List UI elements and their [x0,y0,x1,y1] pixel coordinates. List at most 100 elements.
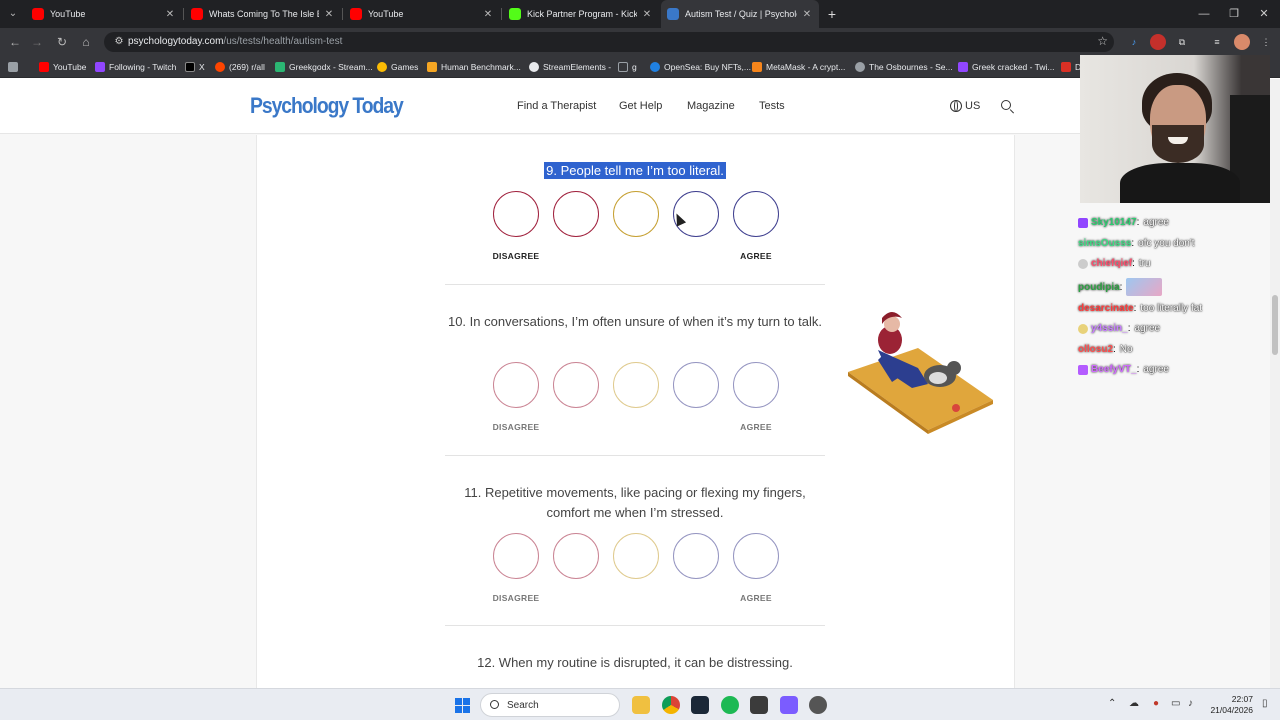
url-text[interactable]: psychologytoday.com/us/tests/health/auti… [128,36,342,47]
steam-icon[interactable] [691,696,709,714]
tab-youtube-2[interactable]: YouTube ✕ [344,0,500,28]
reload-icon[interactable]: ↻ [53,33,71,51]
streamelements-icon [529,62,539,72]
q10-choice-3[interactable] [613,362,659,408]
region-selector[interactable]: US [965,100,980,112]
bookmark-human-benchmark[interactable]: Human Benchmark... [427,59,521,75]
search-label: Search [507,700,539,711]
extension-icon[interactable]: ♪ [1126,34,1142,50]
notifications-icon[interactable]: ▯ [1262,698,1268,709]
bookmark-folder-g[interactable]: g [618,59,637,75]
address-bar[interactable]: ⚙ psychologytoday.com/us/tests/health/au… [104,32,1114,52]
q11-choice-3[interactable] [613,533,659,579]
bookmark-greekgodx[interactable]: Greekgodx - Stream... [275,59,373,75]
q9-choice-5[interactable] [733,191,779,237]
close-tab-icon[interactable]: ✕ [323,9,335,20]
volume-icon[interactable]: ♪ [1188,698,1193,709]
spotify-icon[interactable] [721,696,739,714]
nav-find-a-therapist[interactable]: Find a Therapist [517,100,596,112]
chat-message: poudipia: [1078,278,1163,296]
kick-icon [509,8,521,20]
tab-youtube-1[interactable]: YouTube ✕ [26,0,182,28]
q10-choice-5[interactable] [733,362,779,408]
back-arrow-icon[interactable]: ← [6,33,24,51]
globe-icon[interactable] [950,100,962,112]
q11-choice-4[interactable] [673,533,719,579]
tab-isle-evrima[interactable]: Whats Coming To The Isle Evrim ✕ [185,0,341,28]
q11-choice-2[interactable] [553,533,599,579]
bookmark-metamask[interactable]: MetaMask - A crypt... [752,59,845,75]
profile-avatar[interactable] [1234,34,1250,50]
chat-username: y4ssin_ [1091,323,1128,334]
nav-magazine[interactable]: Magazine [687,100,735,112]
app-grid-icon[interactable] [780,696,798,714]
nav-get-help[interactable]: Get Help [619,100,662,112]
q11-choice-5[interactable] [733,533,779,579]
obs-icon[interactable] [750,696,768,714]
bookmark-twitch[interactable]: Following - Twitch [95,59,176,75]
close-tab-icon[interactable]: ✕ [641,9,653,20]
q11-choice-1[interactable] [493,533,539,579]
page-scrollbar[interactable] [1270,79,1280,688]
close-window-icon[interactable]: ✕ [1248,0,1280,28]
tab-title: YouTube [50,9,86,19]
close-tab-icon[interactable]: ✕ [164,9,176,20]
close-tab-icon[interactable]: ✕ [482,9,494,20]
windows-start-icon[interactable] [455,698,471,714]
q9-choice-2[interactable] [553,191,599,237]
question-text-highlighted: 9. People tell me I’m too literal. [544,162,726,179]
bookmark-label: MetaMask - A crypt... [766,62,846,72]
onedrive-cloud-icon[interactable]: ☁ [1129,698,1139,709]
tab-kick-partner[interactable]: Kick Partner Program - Kick Das ✕ [503,0,659,28]
chat-badge-icon [1078,217,1088,228]
forward-arrow-icon[interactable]: → [28,33,46,51]
tray-overflow-chevron-icon[interactable]: ⌃ [1108,698,1116,709]
q9-choice-3[interactable] [613,191,659,237]
bookmark-youtube[interactable]: YouTube [39,59,86,75]
extension-icon[interactable] [1150,34,1166,50]
home-icon[interactable]: ⌂ [77,33,95,51]
youtube-icon [191,8,203,20]
bookmark-x[interactable]: X [185,59,205,75]
q9-choice-1[interactable] [493,191,539,237]
nav-tests[interactable]: Tests [759,100,785,112]
file-explorer-icon[interactable] [632,696,650,714]
microphone-icon[interactable]: ● [1153,698,1159,709]
settings-icon[interactable] [809,696,827,714]
bookmark-opensea[interactable]: OpenSea: Buy NFTs,... [650,59,751,75]
close-tab-icon[interactable]: ✕ [801,9,813,20]
taskbar-clock[interactable]: 22:07 21/04/2026 [1205,694,1253,716]
site-info-icon[interactable]: ⚙ [112,35,126,49]
bookmark-osbournes[interactable]: The Osbournes - Se... [855,59,953,75]
apps-grid-icon[interactable] [8,59,22,75]
taskbar-search-box[interactable]: Search [480,693,620,717]
q10-choice-2[interactable] [553,362,599,408]
search-icon[interactable] [1001,100,1011,110]
extensions-puzzle-icon[interactable]: ⧉ [1174,34,1190,50]
minimize-icon[interactable]: — [1188,0,1220,28]
network-icon[interactable]: ▭ [1171,698,1180,709]
bookmark-star-icon[interactable]: ☆ [1097,34,1108,48]
bookmark-greek-cracked[interactable]: Greek cracked - Twi... [958,59,1055,75]
q10-choice-4[interactable] [673,362,719,408]
q10-choice-1[interactable] [493,362,539,408]
bookmark-reddit[interactable]: (269) r/all [215,59,265,75]
scrollbar-thumb[interactable] [1272,295,1278,355]
new-tab-plus-icon[interactable]: + [822,4,842,24]
browser-menu-icon[interactable]: ⋮ [1258,34,1274,50]
bookmark-games[interactable]: Games [377,59,418,75]
bookmark-label: g [632,62,637,72]
youtube-icon [39,62,49,72]
reddit-icon [215,62,225,72]
chat-username: Sky10147 [1091,217,1137,228]
restore-icon[interactable]: ❐ [1218,0,1250,28]
psychology-today-logo[interactable]: Psychology Today [250,93,404,119]
tab-search-chevron-icon[interactable]: ⌄ [4,5,22,23]
chrome-icon[interactable] [662,696,680,714]
tab-autism-test[interactable]: Autism Test / Quiz | Psychology ✕ [661,0,819,28]
media-control-icon[interactable]: ≡ [1209,34,1225,50]
chat-text: too literally fat [1140,303,1203,314]
bookmark-d[interactable]: D [1061,59,1081,75]
chat-message: Sky10147: agree [1078,217,1169,228]
bookmark-streamelements[interactable]: StreamElements - [529,59,611,75]
